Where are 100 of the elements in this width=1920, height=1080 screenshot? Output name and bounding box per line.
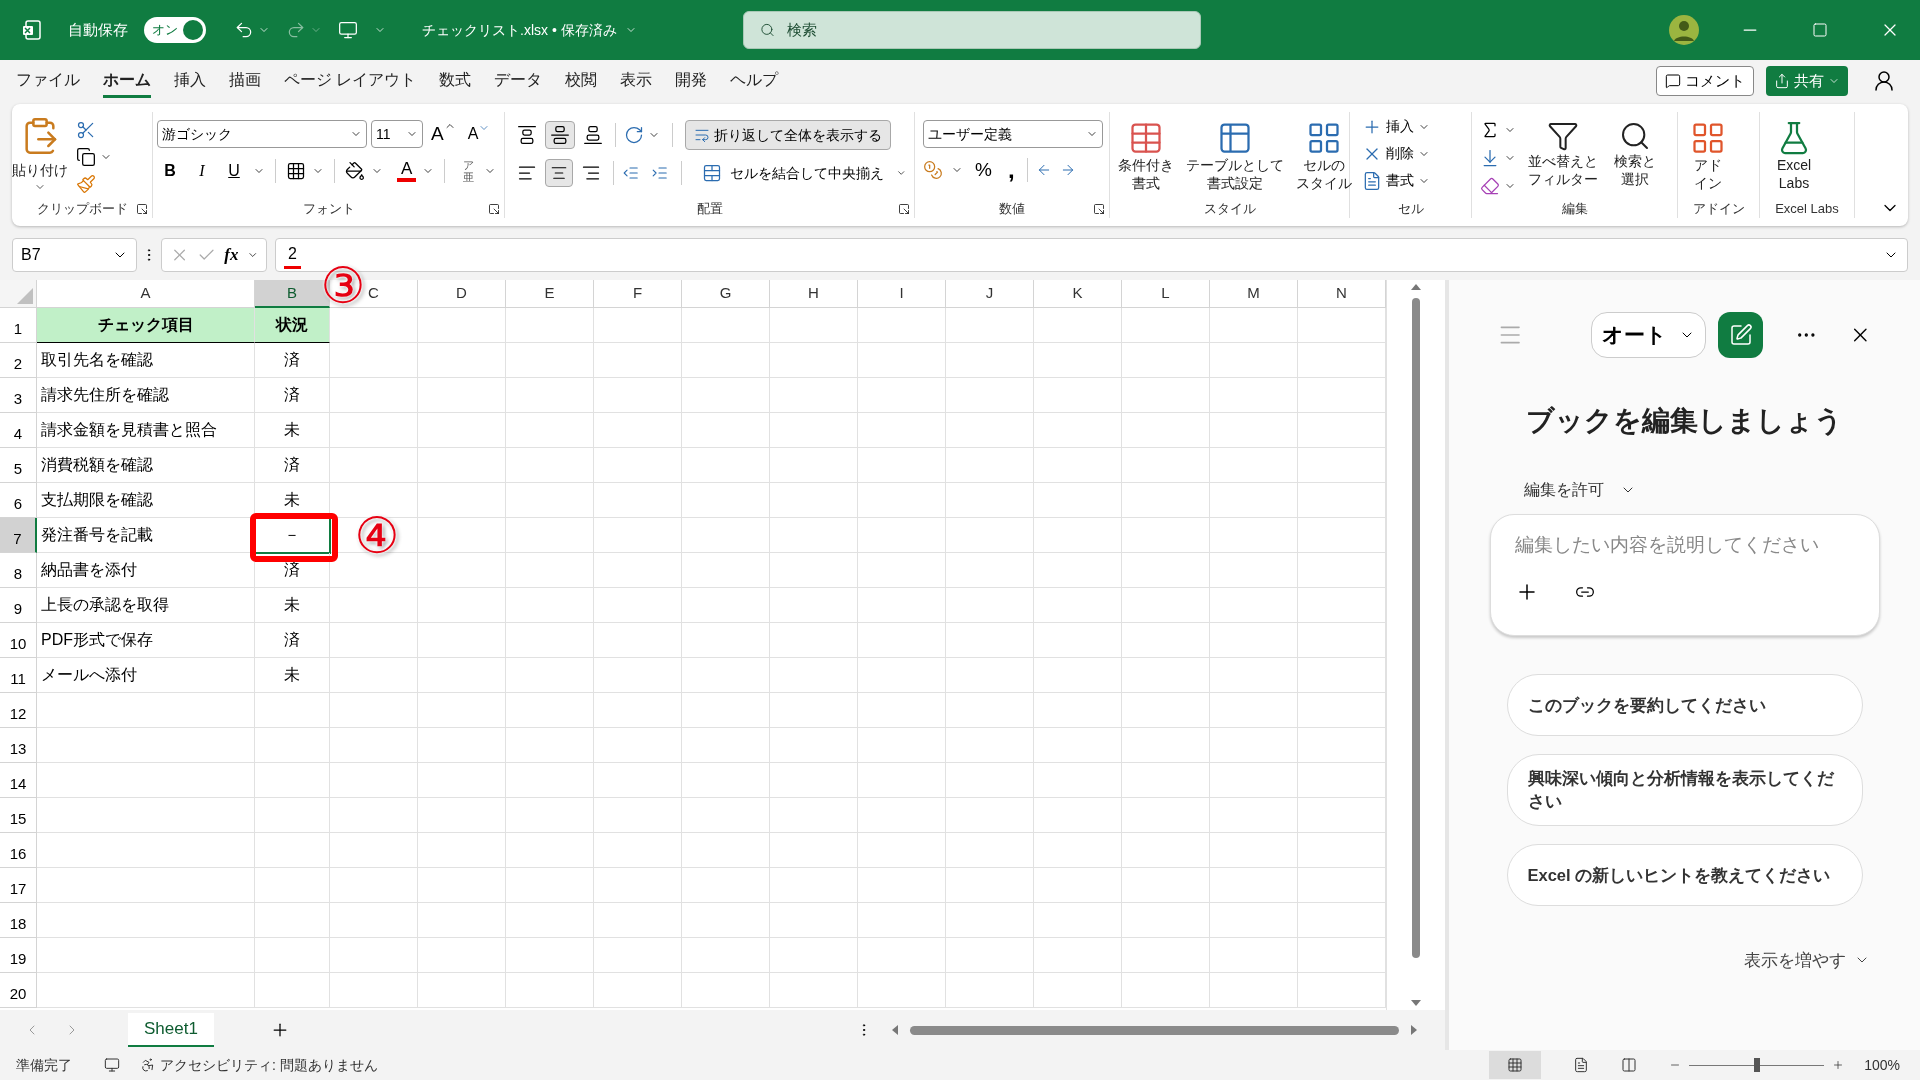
sort-filter-button[interactable]: 並べ替えと フィルター: [1524, 116, 1602, 196]
cell-command-button[interactable]: 削除: [1362, 143, 1459, 164]
avatar-icon[interactable]: [1668, 14, 1700, 46]
scroll-right-icon[interactable]: [1411, 1025, 1417, 1035]
prompt-input[interactable]: 編集したい内容を説明してください: [1514, 531, 1855, 560]
wrap-icon[interactable]: [694, 127, 710, 143]
dialog-launcher-icon[interactable]: [898, 203, 910, 215]
column-header[interactable]: K: [1034, 280, 1122, 308]
cell-command-button[interactable]: 挿入: [1362, 116, 1459, 137]
scroll-up-icon[interactable]: [1411, 284, 1421, 290]
app-icon[interactable]: [20, 18, 44, 42]
search-field[interactable]: 検索: [742, 11, 1201, 49]
font-color-button[interactable]: A: [397, 159, 417, 182]
horizontal-align-button[interactable]: [545, 159, 573, 187]
insert-function-button[interactable]: fx: [224, 242, 239, 268]
row-header[interactable]: 10: [0, 623, 37, 658]
row-header[interactable]: 17: [0, 868, 37, 903]
eraser-icon[interactable]: [1480, 176, 1500, 196]
row-header[interactable]: 2: [0, 343, 37, 378]
page-layout-icon[interactable]: [1573, 1057, 1590, 1073]
row-header[interactable]: 3: [0, 378, 37, 413]
name-box[interactable]: B7: [12, 238, 137, 272]
menu-tab[interactable]: 数式: [439, 64, 472, 98]
cut-icon[interactable]: [76, 120, 96, 140]
zoom-slider-track[interactable]: [1689, 1058, 1825, 1072]
column-header[interactable]: I: [858, 280, 946, 308]
normal-view-icon[interactable]: [1507, 1057, 1524, 1073]
menu-tab[interactable]: 表示: [620, 64, 653, 98]
menu-tab[interactable]: ヘルプ: [730, 64, 779, 98]
number-format-select[interactable]: ユーザー定義: [923, 120, 1103, 148]
share-button[interactable]: 共有: [1766, 66, 1848, 96]
merge-center-button[interactable]: セルを結合して中央揃え: [693, 158, 892, 188]
vertical-align-button[interactable]: [545, 121, 575, 149]
row-header[interactable]: 6: [0, 483, 37, 518]
menu-tab[interactable]: 描画: [229, 64, 261, 98]
coauthor-icon[interactable]: [1872, 69, 1896, 93]
paste-button[interactable]: 貼り付け: [12, 116, 68, 194]
prompt-box[interactable]: 編集したい内容を説明してください: [1489, 514, 1880, 636]
menu-tab[interactable]: ホーム: [103, 64, 151, 98]
column-header[interactable]: F: [594, 280, 682, 308]
style-button[interactable]: セルの スタイル: [1292, 116, 1356, 192]
column-header[interactable]: M: [1210, 280, 1298, 308]
font-name-select[interactable]: 游ゴシック: [157, 120, 367, 149]
wrap-text-button[interactable]: 折り返して全体を表示する: [685, 120, 891, 150]
scroll-down-icon[interactable]: [1411, 1000, 1421, 1006]
row-header[interactable]: 19: [0, 938, 37, 973]
file-title[interactable]: チェックリスト.xlsx • 保存済み: [422, 19, 637, 41]
accessibility-status[interactable]: アクセシビリティ: 問題ありません: [160, 1054, 378, 1076]
fill-color-icon[interactable]: [345, 160, 365, 181]
underline-button[interactable]: U: [221, 156, 247, 185]
shrink-font-button[interactable]: A: [463, 122, 495, 147]
sheet-tab[interactable]: Sheet1: [128, 1013, 214, 1047]
format-painter-icon[interactable]: [76, 174, 96, 194]
merge-icon[interactable]: [701, 163, 722, 183]
cell-command-button[interactable]: 書式: [1362, 170, 1459, 191]
row-header[interactable]: 14: [0, 763, 37, 798]
row-header[interactable]: 1: [0, 308, 37, 343]
bold-button[interactable]: B: [157, 156, 183, 185]
excel-labs-button[interactable]: Excel Labs: [1772, 116, 1816, 192]
borders-icon[interactable]: [286, 160, 306, 181]
suggestion-button[interactable]: Excel の新しいヒントを教えてください: [1506, 844, 1863, 906]
column-header[interactable]: J: [946, 280, 1034, 308]
zoom-level[interactable]: 100%: [1864, 1054, 1900, 1076]
search-icon[interactable]: [759, 22, 775, 38]
horizontal-scrollbar[interactable]: [892, 1025, 1417, 1035]
comment-button[interactable]: コメント: [1656, 66, 1754, 96]
style-button[interactable]: 条件付き 書式: [1114, 116, 1178, 192]
redo-icon[interactable]: [286, 20, 306, 40]
row-header[interactable]: 5: [0, 448, 37, 483]
italic-button[interactable]: I: [189, 156, 215, 185]
column-header[interactable]: H: [770, 280, 858, 308]
row-header[interactable]: 9: [0, 588, 37, 623]
maximize-icon[interactable]: [1812, 22, 1828, 38]
column-header[interactable]: L: [1122, 280, 1210, 308]
zoom-thumb[interactable]: [1753, 1058, 1760, 1072]
row-header[interactable]: 7: [0, 518, 37, 553]
autosave-toggle[interactable]: オン: [144, 17, 206, 43]
zoom-in-icon[interactable]: [1832, 1059, 1845, 1071]
menu-tab[interactable]: データ: [494, 64, 543, 98]
column-header[interactable]: A: [37, 280, 255, 308]
grow-font-button[interactable]: A: [427, 120, 460, 149]
permission-dropdown[interactable]: 編集を許可: [1524, 478, 1636, 502]
percent-button[interactable]: %: [971, 156, 996, 185]
undo-icon[interactable]: [234, 20, 254, 40]
menu-tab[interactable]: 開発: [675, 64, 708, 98]
share-icon[interactable]: [1774, 73, 1790, 89]
menu-tab[interactable]: ページ レイアウト: [284, 64, 417, 98]
column-header[interactable]: D: [418, 280, 506, 308]
row-header[interactable]: 4: [0, 413, 37, 448]
new-chat-button[interactable]: [1718, 312, 1763, 358]
page-break-icon[interactable]: [1621, 1057, 1638, 1073]
row-header[interactable]: 18: [0, 903, 37, 938]
presentation-icon[interactable]: [338, 20, 358, 40]
comment-icon[interactable]: [1665, 73, 1681, 89]
column-header[interactable]: E: [506, 280, 594, 308]
phonetic-button[interactable]: ア 亜: [459, 158, 479, 183]
menu-tab[interactable]: ファイル: [16, 64, 80, 98]
accessibility-icon[interactable]: [140, 1057, 156, 1073]
row-header[interactable]: 8: [0, 553, 37, 588]
suggestion-button[interactable]: 興味深い傾向と分析情報を表示してください: [1506, 754, 1863, 826]
